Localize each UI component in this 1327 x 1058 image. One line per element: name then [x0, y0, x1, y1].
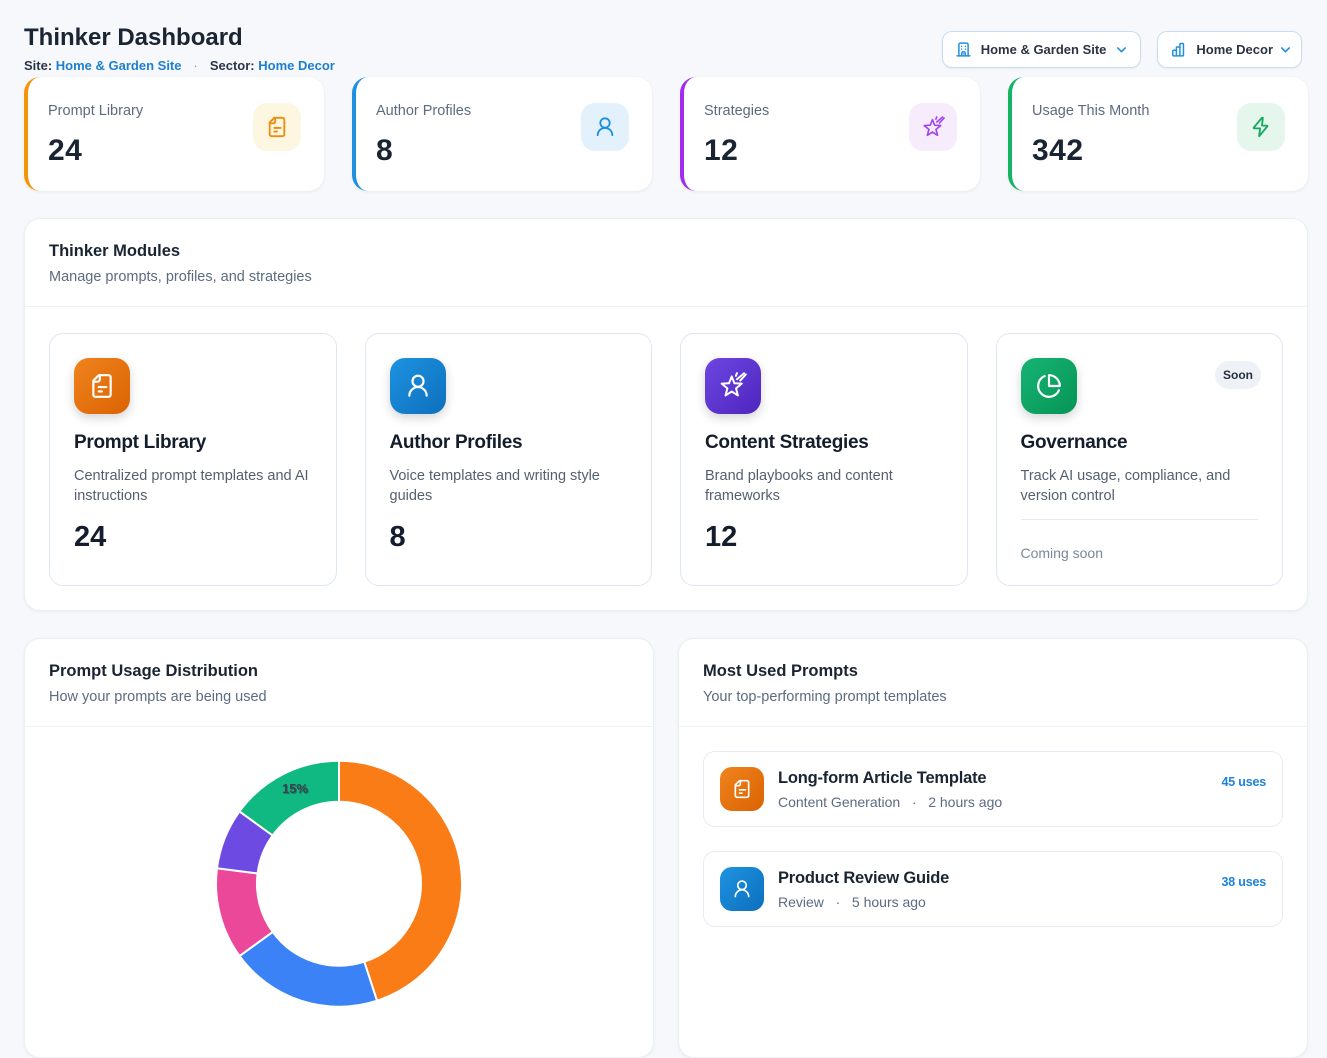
- svg-text:15%: 15%: [282, 781, 308, 796]
